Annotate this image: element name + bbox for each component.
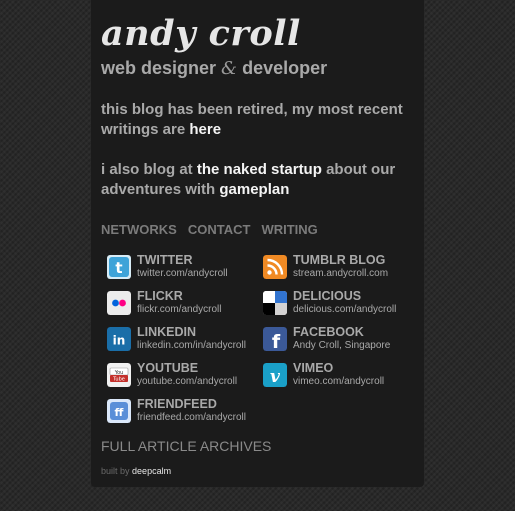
network-flickr[interactable]: FLICKR flickr.com/andycroll bbox=[101, 289, 261, 319]
network-name: FLICKR bbox=[137, 289, 183, 303]
network-name: TUMBLR BLOG bbox=[293, 253, 386, 267]
network-name: YOUTUBE bbox=[137, 361, 199, 375]
tagline-role-1: web designer bbox=[101, 58, 217, 78]
built-by-label: built by bbox=[101, 466, 130, 476]
site-title[interactable]: andy croll bbox=[101, 12, 301, 56]
network-delicious[interactable]: DELICIOUS delicious.com/andycroll bbox=[257, 289, 417, 319]
also-blog-text: i also blog at bbox=[101, 161, 193, 178]
tagline-ampersand: & bbox=[221, 58, 238, 79]
network-url: stream.andycroll.com bbox=[293, 268, 389, 279]
youtube-icon: You Tube bbox=[107, 363, 131, 387]
network-vimeo[interactable]: v VIMEO vimeo.com/andycroll bbox=[257, 361, 417, 391]
network-url: friendfeed.com/andycroll bbox=[137, 412, 246, 423]
tagline-role-2: developer bbox=[242, 58, 328, 78]
here-link[interactable]: here bbox=[189, 121, 221, 138]
also-blog-notice: i also blog at the naked startup about o… bbox=[101, 160, 421, 200]
network-linkedin[interactable]: in LINKEDIN linkedin.com/in/andycroll bbox=[101, 325, 261, 355]
main-panel: andy croll web designer & developer this… bbox=[91, 0, 424, 487]
built-by-credit: built by deepcalm bbox=[101, 466, 171, 476]
network-twitter[interactable]: t TWITTER twitter.com/andycroll bbox=[101, 253, 261, 283]
network-url: vimeo.com/andycroll bbox=[293, 376, 385, 387]
nav-writing[interactable]: WRITING bbox=[261, 222, 317, 237]
network-url: Andy Croll, Singapore bbox=[293, 340, 391, 351]
twitter-icon: t bbox=[107, 255, 131, 279]
section-nav: NETWORKS CONTACT WRITING bbox=[101, 222, 329, 237]
naked-startup-link[interactable]: the naked startup bbox=[197, 161, 322, 178]
network-url: youtube.com/andycroll bbox=[137, 376, 238, 387]
svg-text:Tube: Tube bbox=[112, 377, 125, 383]
network-name: VIMEO bbox=[293, 361, 334, 375]
network-url: twitter.com/andycroll bbox=[137, 268, 228, 279]
svg-text:t: t bbox=[115, 259, 122, 277]
network-url: flickr.com/andycroll bbox=[137, 304, 222, 315]
svg-text:f: f bbox=[272, 331, 281, 351]
network-name: LINKEDIN bbox=[137, 325, 197, 339]
retired-notice: this blog has been retired, my most rece… bbox=[101, 100, 421, 140]
network-url: delicious.com/andycroll bbox=[293, 304, 397, 315]
network-friendfeed[interactable]: ff FRIENDFEED friendfeed.com/andycroll bbox=[101, 397, 261, 427]
network-name: DELICIOUS bbox=[293, 289, 362, 303]
deepcalm-link[interactable]: deepcalm bbox=[132, 466, 171, 476]
vimeo-icon: v bbox=[263, 363, 287, 387]
network-name: FRIENDFEED bbox=[137, 397, 217, 411]
flickr-icon bbox=[107, 291, 131, 315]
nav-contact[interactable]: CONTACT bbox=[188, 222, 251, 237]
network-facebook[interactable]: f FACEBOOK Andy Croll, Singapore bbox=[257, 325, 417, 355]
network-url: linkedin.com/in/andycroll bbox=[137, 340, 246, 351]
network-name: FACEBOOK bbox=[293, 325, 364, 339]
delicious-icon bbox=[263, 291, 287, 315]
facebook-icon: f bbox=[263, 327, 287, 351]
svg-text:v: v bbox=[270, 367, 281, 387]
rss-icon bbox=[263, 255, 287, 279]
svg-text:in: in bbox=[113, 334, 126, 348]
nav-networks[interactable]: NETWORKS bbox=[101, 222, 177, 237]
retired-text: this blog has been retired, my most rece… bbox=[101, 101, 403, 138]
full-article-archives-link[interactable]: FULL ARTICLE ARCHIVES bbox=[101, 438, 271, 454]
linkedin-icon: in bbox=[107, 327, 131, 351]
tagline: web designer & developer bbox=[101, 58, 327, 79]
friendfeed-icon: ff bbox=[107, 399, 131, 423]
gameplan-link[interactable]: gameplan bbox=[219, 181, 289, 198]
svg-text:You: You bbox=[114, 370, 124, 376]
svg-text:ff: ff bbox=[115, 406, 124, 419]
network-name: TWITTER bbox=[137, 253, 193, 267]
network-youtube[interactable]: You Tube YOUTUBE youtube.com/andycroll bbox=[101, 361, 261, 391]
network-tumblr-blog[interactable]: TUMBLR BLOG stream.andycroll.com bbox=[257, 253, 417, 283]
